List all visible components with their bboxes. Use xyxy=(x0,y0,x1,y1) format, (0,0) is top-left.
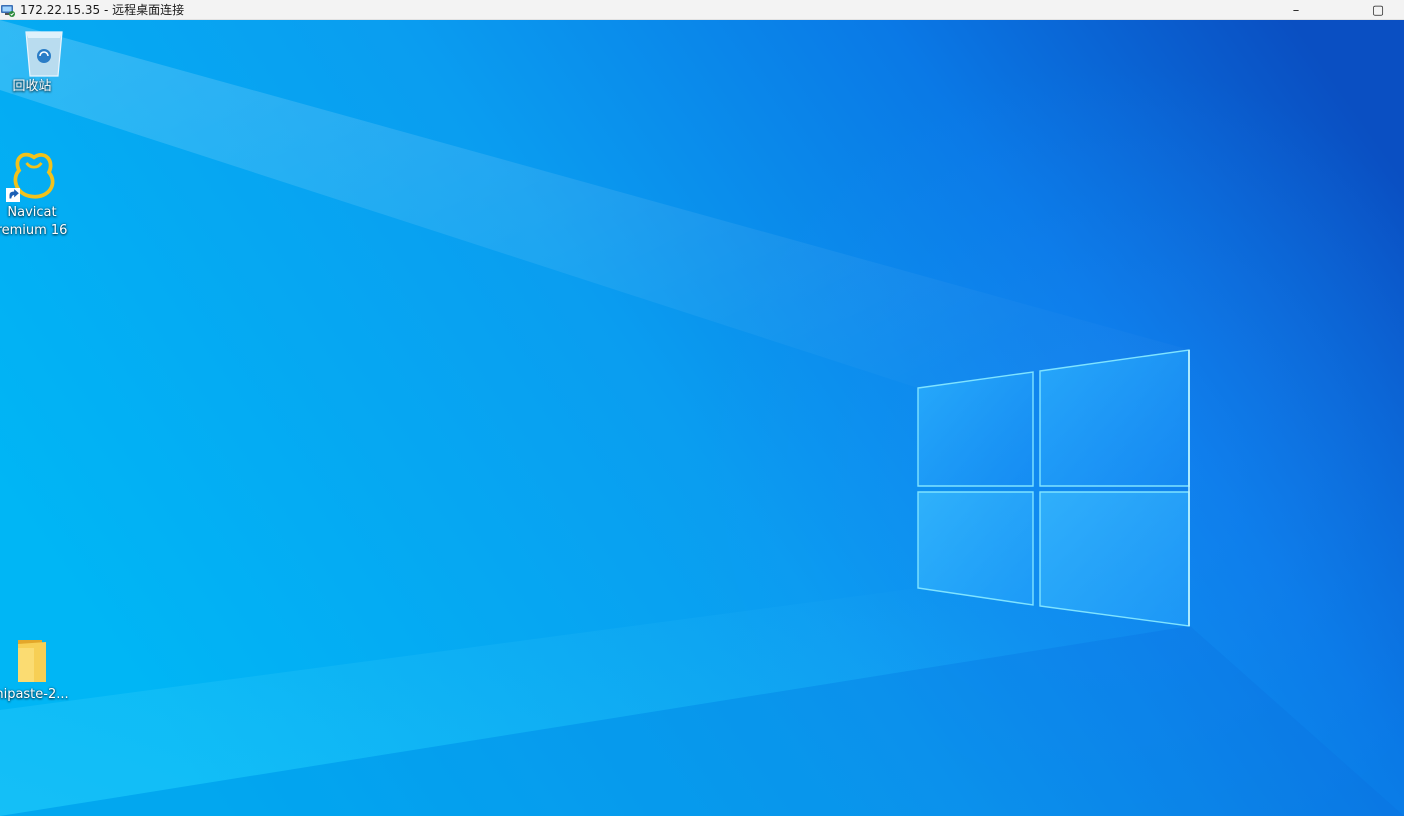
remote-desktop-icon xyxy=(1,5,15,17)
minimize-button[interactable]: – xyxy=(1274,0,1318,20)
rdp-title-bar: 172.22.15.35 - 远程桌面连接 – ▢ xyxy=(0,0,1404,20)
folder-label: nipaste-2... xyxy=(0,687,69,702)
windows-wallpaper xyxy=(0,20,1404,816)
desktop-icon-recycle-bin[interactable]: 回收站 xyxy=(0,26,69,96)
folder-icon xyxy=(18,640,46,682)
desktop-icon-navicat[interactable]: Navicat remium 16 xyxy=(0,148,69,240)
recycle-bin-label: 回收站 xyxy=(12,79,52,94)
navicat-label-line1: Navicat xyxy=(7,205,57,220)
maximize-icon: ▢ xyxy=(1371,2,1385,18)
remote-desktop[interactable]: 回收站 Navicat remium 16 nipaste-2... xyxy=(0,20,1404,816)
navicat-label-line2: remium 16 xyxy=(0,223,68,238)
desktop-icon-folder[interactable]: nipaste-2... xyxy=(0,636,69,704)
recycle-bin-icon xyxy=(25,31,63,77)
maximize-button[interactable]: ▢ xyxy=(1356,0,1400,20)
minimize-icon: – xyxy=(1292,2,1300,18)
shortcut-arrow-icon xyxy=(6,188,20,202)
window-title: 172.22.15.35 - 远程桌面连接 xyxy=(20,3,185,17)
